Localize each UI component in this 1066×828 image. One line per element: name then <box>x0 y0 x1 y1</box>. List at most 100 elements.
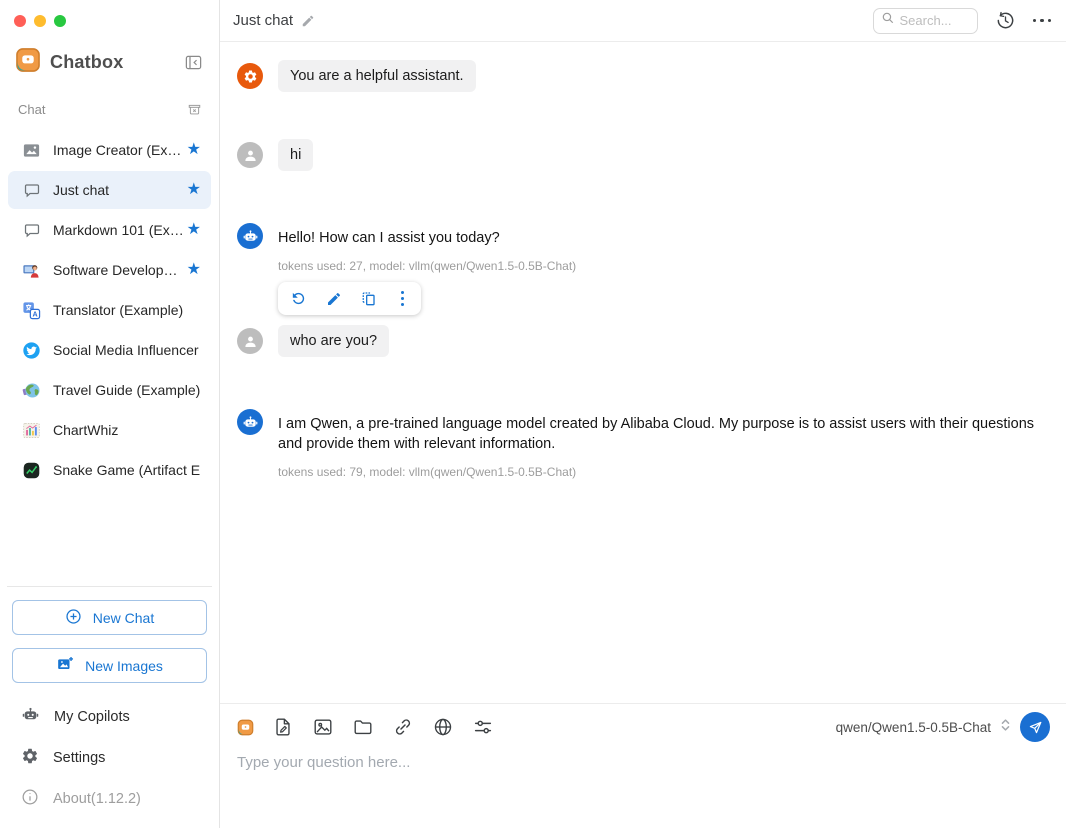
sidebar-item-translator[interactable]: A Translator (Example) <box>8 291 211 329</box>
person-icon <box>237 142 263 168</box>
composer-right: qwen/Qwen1.5-0.5B-Chat <box>836 712 1050 742</box>
sidebar-item-about[interactable]: About(1.12.2) <box>0 778 219 819</box>
model-selector[interactable]: qwen/Qwen1.5-0.5B-Chat <box>836 720 991 735</box>
star-icon[interactable]: ★ <box>187 182 201 198</box>
robot-icon <box>21 705 40 728</box>
new-chat-button[interactable]: New Chat <box>12 600 207 635</box>
settings-sliders-icon[interactable] <box>472 716 494 738</box>
assistant-message-text: I am Qwen, a pre-trained language model … <box>278 409 1040 454</box>
translator-icon: A <box>22 301 41 320</box>
sidebar-item-label: Snake Game (Artifact E… <box>53 462 201 478</box>
sidebar-item-travel-guide[interactable]: Travel Guide (Example) <box>8 371 211 409</box>
chevron-up-down-icon[interactable] <box>1000 716 1011 739</box>
twitter-icon <box>22 341 41 360</box>
person-icon <box>237 328 263 354</box>
chatbox-logo-icon[interactable] <box>237 719 254 736</box>
new-images-button[interactable]: New Images <box>12 648 207 683</box>
traffic-lights <box>0 0 219 27</box>
info-icon <box>21 788 39 810</box>
attach-image-icon[interactable] <box>312 716 334 738</box>
app-brand: Chatbox <box>0 27 219 78</box>
sidebar-item-settings[interactable]: Settings <box>0 737 219 778</box>
message-assistant: I am Qwen, a pre-trained language model … <box>237 409 1042 479</box>
about-label: About(1.12.2) <box>53 791 141 807</box>
chat-section-header: Chat <box>0 78 219 121</box>
settings-label: Settings <box>53 750 105 766</box>
plus-circle-icon <box>65 608 82 628</box>
page-title: Just chat <box>233 12 293 29</box>
svg-text:A: A <box>32 310 37 318</box>
more-actions-icon[interactable] <box>396 291 409 307</box>
collapse-sidebar-icon[interactable] <box>184 53 203 72</box>
star-icon[interactable]: ★ <box>187 222 201 238</box>
star-icon[interactable]: ★ <box>187 262 201 278</box>
sidebar-spacer <box>0 491 219 586</box>
sidebar-item-markdown-101[interactable]: Markdown 101 (Ex… ★ <box>8 211 211 249</box>
app-name: Chatbox <box>50 52 123 73</box>
maximize-window-button[interactable] <box>54 15 66 27</box>
sidebar-item-chartwhiz[interactable]: ChartWhiz <box>8 411 211 449</box>
search-input[interactable] <box>900 13 970 28</box>
sidebar-item-label: Image Creator (Ex… <box>53 142 181 158</box>
web-browsing-icon[interactable] <box>432 716 454 738</box>
assistant-message-content: Hello! How can I assist you today? token… <box>278 223 576 315</box>
sidebar-item-image-creator[interactable]: Image Creator (Ex… ★ <box>8 131 211 169</box>
clear-conversations-icon[interactable] <box>187 102 202 117</box>
user-message-bubble: who are you? <box>278 325 389 357</box>
sidebar: Chatbox Chat Image Creator (Ex… ★ <box>0 0 220 828</box>
composer-toolbar: qwen/Qwen1.5-0.5B-Chat <box>237 713 1050 741</box>
search-box[interactable] <box>873 8 978 34</box>
sidebar-bottom-pad <box>0 819 219 828</box>
sidebar-item-software-developer[interactable]: Software Develop… ★ <box>8 251 211 289</box>
attach-document-icon[interactable] <box>272 716 294 738</box>
conversation-list: Image Creator (Ex… ★ Just chat ★ Markdow… <box>0 121 219 491</box>
main-panel: Just chat <box>220 0 1066 828</box>
message-toolbar <box>278 282 421 315</box>
star-icon[interactable]: ★ <box>187 142 201 158</box>
chat-header: Just chat <box>220 0 1066 42</box>
chat-bubble-icon <box>22 181 41 200</box>
message-input[interactable] <box>237 754 1050 771</box>
chart-icon <box>22 421 41 440</box>
sidebar-item-label: Translator (Example) <box>53 302 183 318</box>
chat-bubble-icon <box>22 221 41 240</box>
sidebar-item-my-copilots[interactable]: My Copilots <box>0 696 219 737</box>
send-button[interactable] <box>1020 712 1050 742</box>
message-list: You are a helpful assistant. hi Hello! H… <box>220 42 1066 703</box>
sidebar-item-label: Travel Guide (Example) <box>53 382 200 398</box>
history-icon[interactable] <box>995 10 1016 31</box>
attach-link-icon[interactable] <box>392 716 414 738</box>
my-copilots-label: My Copilots <box>54 709 130 725</box>
more-options-icon[interactable] <box>1033 19 1052 23</box>
new-image-icon <box>56 655 74 676</box>
message-system: You are a helpful assistant. <box>237 60 1042 92</box>
chatbox-logo-icon <box>15 47 41 78</box>
image-icon <box>22 141 41 160</box>
sidebar-item-social-media-influencer[interactable]: Social Media Influencer … <box>8 331 211 369</box>
copy-icon[interactable] <box>361 291 377 307</box>
message-user: who are you? <box>237 325 1042 357</box>
sidebar-item-label: ChartWhiz <box>53 422 118 438</box>
search-icon <box>881 11 895 30</box>
sidebar-item-snake-game[interactable]: Snake Game (Artifact E… <box>8 451 211 489</box>
minimize-window-button[interactable] <box>34 15 46 27</box>
regenerate-icon[interactable] <box>290 290 307 307</box>
user-message-bubble: hi <box>278 139 313 171</box>
sidebar-item-label: Software Develop… <box>53 262 178 278</box>
system-message-bubble: You are a helpful assistant. <box>278 60 476 92</box>
edit-title-icon[interactable] <box>301 14 315 28</box>
sidebar-item-just-chat[interactable]: Just chat ★ <box>8 171 211 209</box>
chat-section-label: Chat <box>18 102 45 117</box>
composer: qwen/Qwen1.5-0.5B-Chat <box>220 703 1066 828</box>
chatbox-window: Chatbox Chat Image Creator (Ex… ★ <box>0 0 1066 828</box>
message-assistant: Hello! How can I assist you today? token… <box>237 223 1042 315</box>
close-window-button[interactable] <box>14 15 26 27</box>
robot-icon <box>237 409 263 435</box>
technologist-icon <box>22 261 41 280</box>
attach-folder-icon[interactable] <box>352 716 374 738</box>
robot-icon <box>237 223 263 249</box>
edit-icon[interactable] <box>326 291 342 307</box>
message-meta: tokens used: 27, model: vllm(qwen/Qwen1.… <box>278 259 576 273</box>
snake-game-icon <box>22 461 41 480</box>
new-images-label: New Images <box>85 658 163 674</box>
